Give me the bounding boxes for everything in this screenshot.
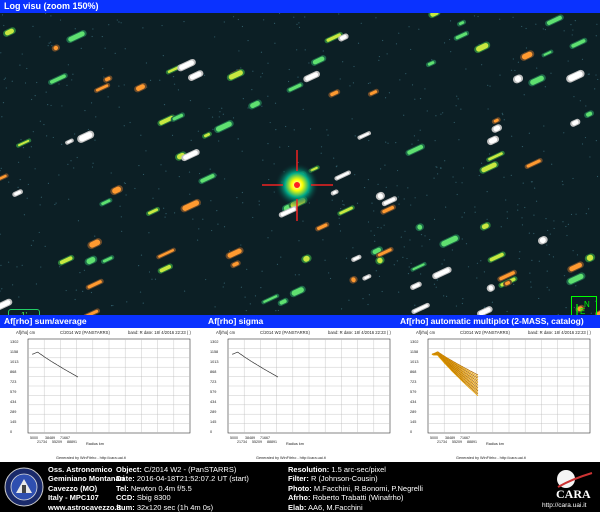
plot-band: band: R date: 18/ 4/2016 22:23 ( ) xyxy=(528,330,591,335)
x-axis-label: Radius km xyxy=(486,442,504,446)
y-tick: 434 xyxy=(210,400,216,404)
x-tick: 88891 xyxy=(467,440,477,444)
plots-area: Af[rho] cm C/2014 W2 (PANSTARRS) band: R d… xyxy=(0,328,600,462)
plot-sum-average: Af[rho] cm C/2014 W2 (PANSTARRS) band: R d… xyxy=(0,328,200,462)
plot-multiplot: Af[rho] cm C/2014 W2 (PANSTARRS) band: R d… xyxy=(400,328,600,462)
y-tick: 868 xyxy=(10,370,16,374)
x-tick: 21734 xyxy=(237,440,247,444)
comet-nucleus xyxy=(294,182,300,188)
y-tick: 723 xyxy=(10,380,16,384)
y-tick: 289 xyxy=(410,410,416,414)
x-tick: 21734 xyxy=(37,440,47,444)
footer-info: Oss. Astronomico Geminiano Montanari Cav… xyxy=(0,462,600,512)
x-tick: 55209 xyxy=(52,440,62,444)
plot-object: C/2014 W2 (PANSTARRS) xyxy=(60,330,110,335)
plot-footer: Generated by WinFitrho - http://cara.uai… xyxy=(456,456,527,460)
y-tick: 0 xyxy=(10,430,12,434)
y-tick: 868 xyxy=(410,370,416,374)
y-tick: 1158 xyxy=(210,350,218,354)
comet-image: 1' N E xyxy=(0,13,600,315)
plot-band: band: R date: 18/ 4/2016 22:23 ( ) xyxy=(328,330,391,335)
y-tick: 1013 xyxy=(410,360,418,364)
y-tick: 723 xyxy=(410,380,416,384)
x-tick: 88891 xyxy=(267,440,277,444)
y-tick: 145 xyxy=(10,420,16,424)
plot-footer: Generated by WinFitrho - http://cara.uai… xyxy=(56,456,127,460)
x-tick: 21734 xyxy=(437,440,447,444)
star-field xyxy=(0,13,600,315)
observatory-logo xyxy=(4,467,44,507)
plot-band: band: R date: 18/ 4/2016 22:23 ( ) xyxy=(128,330,191,335)
processing-info: Resolution: 1.5 arc-sec/pixel Filter: R … xyxy=(288,465,423,512)
y-tick: 1302 xyxy=(410,340,418,344)
x-tick: 88891 xyxy=(67,440,77,444)
y-tick: 0 xyxy=(410,430,412,434)
plot-sigma: Af[rho] cm C/2014 W2 (PANSTARRS) band: R d… xyxy=(200,328,400,462)
plot-object: C/2014 W2 (PANSTARRS) xyxy=(460,330,510,335)
orientation-indicator: N E xyxy=(571,296,597,315)
y-tick: 289 xyxy=(210,410,216,414)
observatory-info: Oss. Astronomico Geminiano Montanari Cav… xyxy=(48,465,125,512)
x-axis-label: Radius km xyxy=(286,442,304,446)
plot-object: C/2014 W2 (PANSTARRS) xyxy=(260,330,310,335)
observation-info: Object: C/2014 W2 - (PanSTARRS) Date: 20… xyxy=(116,465,249,512)
y-tick: 434 xyxy=(410,400,416,404)
panel-titles-bar: Af[rho] sum/average Af[rho] sigma Af[rho… xyxy=(0,315,600,328)
svg-text:CARA: CARA xyxy=(556,487,591,501)
cara-url: http://cara.uai.it xyxy=(542,502,587,509)
plot-footer: Generated by WinFitrho - http://cara.uai… xyxy=(256,456,327,460)
top-title-bar: Log visu (zoom 150%) xyxy=(0,0,600,13)
y-tick: 868 xyxy=(210,370,216,374)
y-tick: 1013 xyxy=(10,360,18,364)
y-tick: 1158 xyxy=(410,350,418,354)
y-tick: 579 xyxy=(210,390,216,394)
x-axis-label: Radius km xyxy=(86,442,104,446)
y-tick: 1302 xyxy=(10,340,18,344)
y-tick: 1302 xyxy=(210,340,218,344)
y-axis-label: Af[rho] cm xyxy=(416,330,436,335)
y-tick: 145 xyxy=(410,420,416,424)
y-tick: 0 xyxy=(210,430,212,434)
panel-title-sum: Af[rho] sum/average xyxy=(4,316,87,326)
y-tick: 723 xyxy=(210,380,216,384)
y-tick: 579 xyxy=(10,390,16,394)
y-tick: 579 xyxy=(410,390,416,394)
y-tick: 289 xyxy=(10,410,16,414)
y-tick: 145 xyxy=(210,420,216,424)
y-axis-label: Af[rho] cm xyxy=(16,330,36,335)
y-axis-label: Af[rho] cm xyxy=(216,330,236,335)
y-tick: 434 xyxy=(10,400,16,404)
panel-title-sigma: Af[rho] sigma xyxy=(208,316,264,326)
east-label: E xyxy=(580,307,585,315)
panel-title-multiplot: Af[rho] automatic multiplot (2-MASS, cat… xyxy=(400,316,584,326)
top-title: Log visu (zoom 150%) xyxy=(4,1,99,11)
x-tick: 55209 xyxy=(252,440,262,444)
y-tick: 1158 xyxy=(10,350,18,354)
y-tick: 1013 xyxy=(210,360,218,364)
compass-icon: N E xyxy=(576,300,590,315)
x-tick: 55209 xyxy=(452,440,462,444)
